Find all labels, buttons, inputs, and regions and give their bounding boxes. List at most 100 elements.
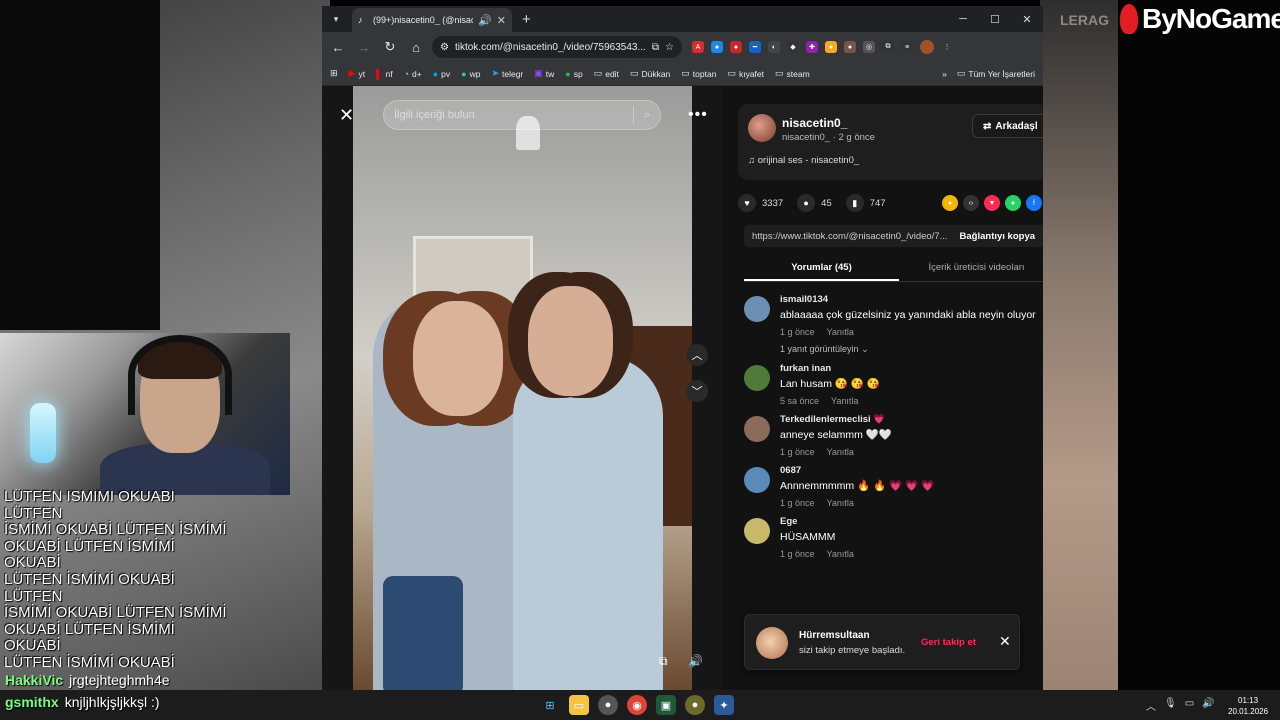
close-notification-icon[interactable]: ✕ [999, 633, 1011, 650]
extensions-puzzle-icon[interactable]: ⧉ [882, 41, 894, 53]
extension-icon[interactable]: ◎ [863, 41, 875, 53]
save-stat[interactable]: ▮ 747 [845, 194, 886, 212]
tray-overflow-icon[interactable]: ︿ [1146, 698, 1156, 713]
reply-button[interactable]: Yanıtla [827, 447, 854, 457]
commenter-avatar[interactable] [744, 518, 770, 544]
all-bookmarks-folder[interactable]: ▭ Tüm Yer İşaretleri [957, 68, 1035, 79]
bookmark-folder[interactable]: ▭ kıyafet [727, 68, 764, 79]
author-avatar[interactable] [748, 114, 776, 142]
bookmark-item[interactable]: ▶ yt [349, 68, 366, 79]
minimize-button[interactable]: ─ [947, 6, 979, 32]
bookmark-item[interactable]: ➤ telegr [491, 68, 523, 79]
follower-avatar[interactable] [756, 627, 788, 659]
chrome-icon[interactable]: ◉ [627, 695, 647, 715]
commenter-avatar[interactable] [744, 416, 770, 442]
follow-back-button[interactable]: Geri takip et [921, 637, 976, 648]
reply-button[interactable]: Yanıtla [827, 498, 854, 508]
network-icon[interactable]: ▭ [1185, 698, 1194, 713]
send-icon[interactable]: ▼ [984, 195, 1000, 211]
app-icon[interactable]: ✦ [714, 695, 734, 715]
bookmark-item[interactable]: ▌ nf [376, 69, 392, 79]
commenter-avatar[interactable] [744, 296, 770, 322]
apps-icon[interactable]: ⊞ [330, 68, 338, 79]
menu-kebab-icon[interactable]: ⋮ [941, 41, 953, 53]
tab-audio-icon[interactable]: 🔊 [478, 14, 492, 27]
site-info-icon[interactable]: ⚙ [440, 42, 449, 53]
file-explorer-icon[interactable]: ▭ [569, 695, 589, 715]
reload-button[interactable]: ↻ [380, 39, 400, 55]
commenter-name[interactable]: ismail0134 [780, 294, 1043, 305]
friends-button[interactable]: ⇄ Arkadaşl [972, 114, 1043, 138]
pip-icon[interactable]: ⧉ [659, 654, 668, 669]
commenter-name[interactable]: Terkedilenlermeclisi 💗 [780, 414, 1043, 425]
bookmark-folder[interactable]: ▭ edit [594, 68, 619, 79]
previous-video-icon[interactable]: ︿ [686, 344, 708, 366]
view-replies-button[interactable]: 1 yanıt görüntüleyin ⌄ [780, 344, 1043, 355]
tab-search-icon[interactable]: ▾ [326, 9, 346, 29]
bookmark-folder[interactable]: ▭ toptan [681, 68, 716, 79]
app-icon[interactable]: ● [598, 695, 618, 715]
reply-button[interactable]: Yanıtla [827, 549, 854, 559]
install-icon[interactable]: ⧉ [652, 42, 659, 53]
tab-creator-videos[interactable]: İçerik üreticisi videoları [899, 258, 1043, 281]
commenter-name[interactable]: Ege [780, 516, 1043, 527]
app-icon[interactable]: ● [685, 695, 705, 715]
commenter-name[interactable]: furkan inan [780, 363, 1043, 374]
more-bookmarks-button[interactable]: » [942, 69, 947, 79]
volume-icon[interactable]: 🔊 [688, 654, 703, 668]
extension-icon[interactable]: ● [711, 41, 723, 53]
close-video-icon[interactable]: ✕ [339, 105, 354, 126]
extension-icon[interactable]: ● [825, 41, 837, 53]
facebook-share-icon[interactable]: f [1026, 195, 1042, 211]
music-info[interactable]: ♫ orijinal ses - nisacetin0_ [748, 155, 859, 166]
commenter-name[interactable]: 0687 [780, 465, 1043, 476]
bookmark-star-icon[interactable]: ☆ [665, 42, 674, 53]
extension-icon[interactable]: ● [730, 41, 742, 53]
follower-name[interactable]: Hürremsultaan [799, 630, 870, 641]
extension-icon[interactable]: ━ [749, 41, 761, 53]
app-icon[interactable]: ▣ [656, 695, 676, 715]
microphone-icon[interactable]: 🎙 [1164, 698, 1177, 713]
embed-icon[interactable]: ‹› [963, 195, 979, 211]
reply-button[interactable]: Yanıtla [831, 396, 858, 406]
author-name[interactable]: nisacetin0_ [782, 116, 847, 130]
commenter-avatar[interactable] [744, 365, 770, 391]
bookmark-folder[interactable]: ▭ Dükkan [630, 68, 670, 79]
close-window-button[interactable]: ✕ [1011, 6, 1043, 32]
back-button[interactable]: ← [328, 40, 348, 55]
windows-start-icon[interactable]: ⊞ [540, 695, 560, 715]
search-icon[interactable]: ⌕ [644, 109, 650, 122]
bookmark-item[interactable]: ◔ d+ [404, 69, 422, 79]
video-player[interactable] [353, 86, 692, 690]
tab-comments[interactable]: Yorumlar (45) [744, 258, 899, 281]
next-video-icon[interactable]: ﹀ [686, 380, 708, 402]
forward-button[interactable]: → [354, 40, 374, 55]
media-control-icon[interactable]: ≡ [901, 41, 913, 53]
bookmark-item[interactable]: ● pv [433, 69, 450, 79]
extension-icon[interactable]: ● [844, 41, 856, 53]
whatsapp-share-icon[interactable]: ● [1005, 195, 1021, 211]
like-stat[interactable]: ♥ 3337 [738, 194, 783, 212]
tab-close-icon[interactable]: ✕ [497, 14, 506, 27]
bookmark-item[interactable]: ▣ tw [534, 68, 554, 79]
maximize-button[interactable]: ☐ [979, 6, 1011, 32]
profile-avatar[interactable] [920, 40, 934, 54]
comment-stat[interactable]: ● 45 [797, 194, 832, 212]
related-search-input[interactable]: İlgili içeriği bulun ⌕ [383, 100, 661, 130]
home-button[interactable]: ⌂ [406, 40, 426, 55]
more-options-icon[interactable]: ••• [688, 106, 708, 124]
speaker-icon[interactable]: 🔊 [1202, 698, 1214, 713]
clock[interactable]: 01:13 20.01.2026 [1228, 695, 1268, 717]
share-coin-icon[interactable]: ● [942, 195, 958, 211]
bookmark-item[interactable]: ● wp [461, 69, 480, 79]
bookmark-item[interactable]: ● sp [565, 69, 582, 79]
commenter-avatar[interactable] [744, 467, 770, 493]
adblock-extension-icon[interactable]: A [692, 41, 704, 53]
extension-icon[interactable]: ✚ [806, 41, 818, 53]
reply-button[interactable]: Yanıtla [827, 327, 854, 337]
extension-icon[interactable]: ◐ [768, 41, 780, 53]
browser-tab[interactable]: ♪ (99+)nisacetin0_ (@nisacetin 🔊 ✕ [352, 8, 512, 32]
copy-link-button[interactable]: Bağlantıyı kopya [960, 231, 1036, 242]
extension-icon[interactable]: ◆ [787, 41, 799, 53]
new-tab-button[interactable]: + [522, 11, 531, 28]
